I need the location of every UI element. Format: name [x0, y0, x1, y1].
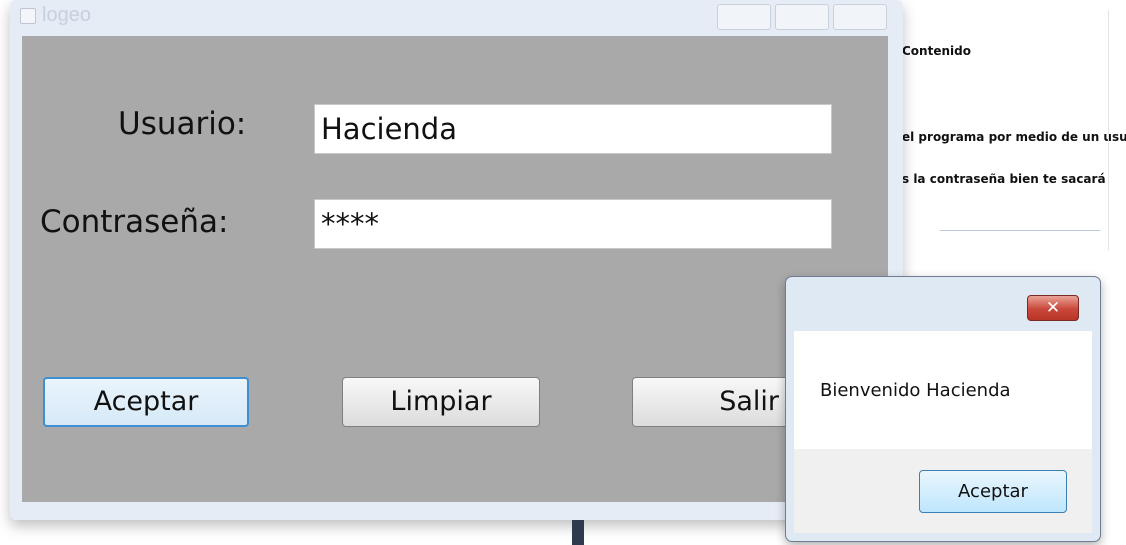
minimize-button[interactable]: [717, 4, 771, 30]
clear-button[interactable]: Limpiar: [342, 377, 540, 427]
document-scrollbar[interactable]: [1108, 10, 1109, 250]
username-input[interactable]: Hacienda: [314, 104, 832, 154]
login-window: logeo Usuario: Hacienda Contraseña: ****…: [10, 0, 903, 520]
document-footer-line: [940, 230, 1100, 241]
message-text: Bienvenido Hacienda: [820, 380, 1011, 401]
accept-button[interactable]: Aceptar: [43, 377, 249, 427]
login-titlebar[interactable]: logeo: [10, 0, 903, 32]
close-icon[interactable]: ✕: [1027, 295, 1079, 321]
message-box: ✕ Bienvenido Hacienda Aceptar: [785, 276, 1101, 542]
taskbar-fragment: [572, 520, 584, 545]
app-icon: [20, 8, 36, 24]
message-body: Bienvenido Hacienda: [794, 331, 1092, 449]
login-form: Usuario: Hacienda Contraseña: **** Acept…: [22, 36, 888, 502]
document-text-line: el programa por medio de un usu: [902, 130, 1126, 144]
password-label: Contraseña:: [40, 204, 229, 240]
login-window-title: logeo: [42, 4, 91, 26]
username-label: Usuario:: [118, 106, 247, 142]
password-input[interactable]: ****: [314, 199, 832, 249]
ok-button[interactable]: Aceptar: [919, 470, 1067, 513]
maximize-button[interactable]: [775, 4, 829, 30]
close-button[interactable]: [833, 4, 887, 30]
document-text-line: Contenido: [902, 44, 971, 58]
message-footer: Aceptar: [794, 449, 1092, 533]
document-text-line: s la contraseña bien te sacará: [902, 172, 1106, 186]
